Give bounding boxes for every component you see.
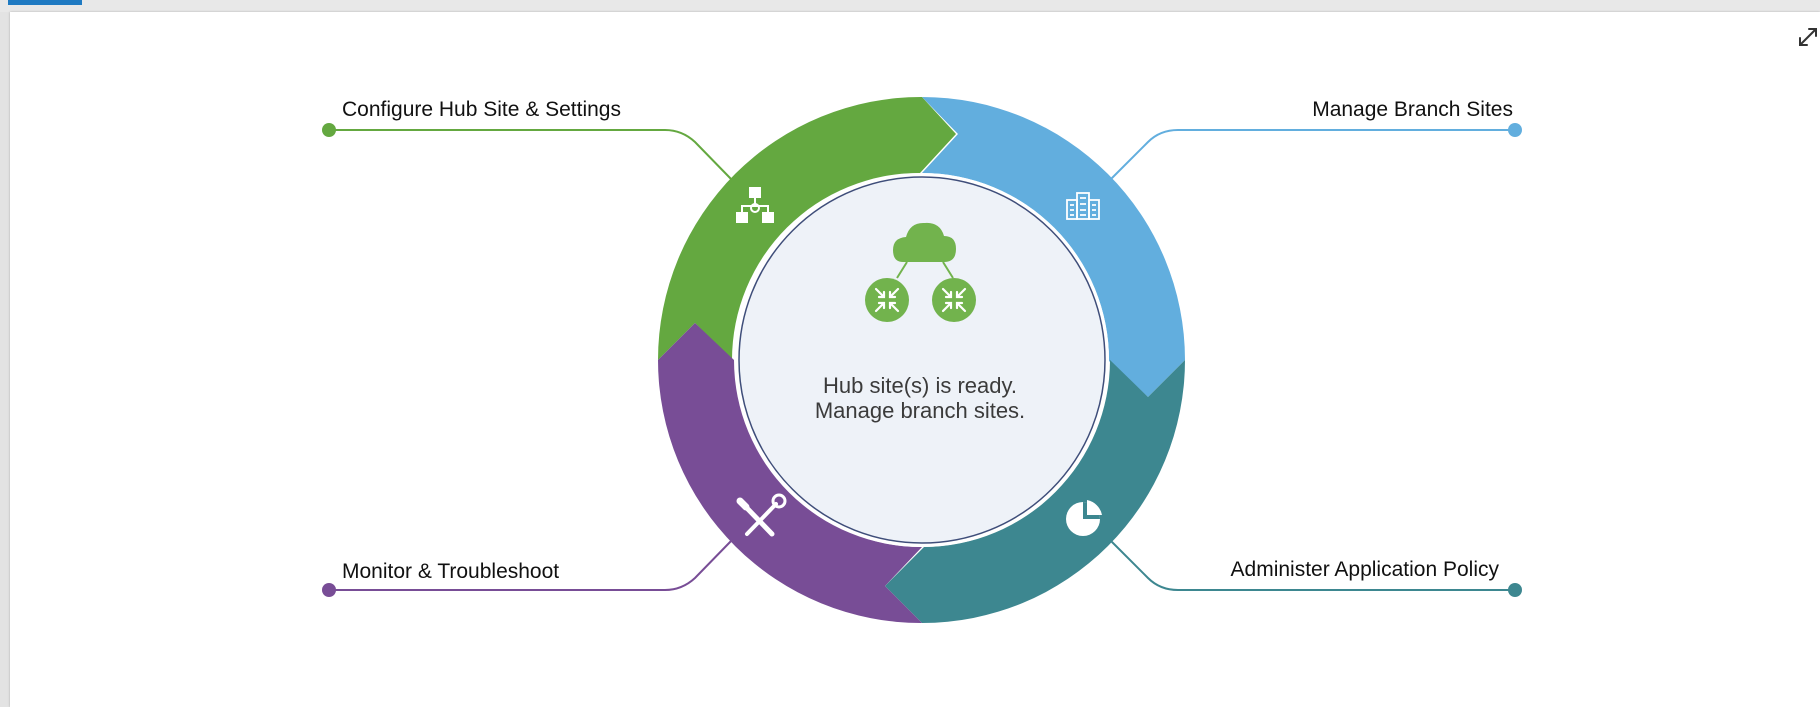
step-label-monitor[interactable]: Monitor & Troubleshoot (342, 560, 559, 584)
expand-button[interactable] (1795, 24, 1820, 50)
center-status-text: Hub site(s) is ready. Manage branch site… (760, 373, 1080, 423)
step-label-manage-branch[interactable]: Manage Branch Sites (1312, 98, 1513, 122)
workflow-wheel (322, 96, 1522, 624)
center-status-line-1: Hub site(s) is ready. (823, 373, 1017, 398)
center-status-line-2: Manage branch sites. (814, 398, 1026, 423)
expand-icon (1799, 28, 1817, 46)
connector-manage-branch (1109, 123, 1522, 181)
connector-configure-hub (322, 123, 733, 181)
step-label-administer-policy[interactable]: Administer Application Policy (1231, 558, 1499, 582)
step-label-configure-hub[interactable]: Configure Hub Site & Settings (342, 98, 621, 122)
